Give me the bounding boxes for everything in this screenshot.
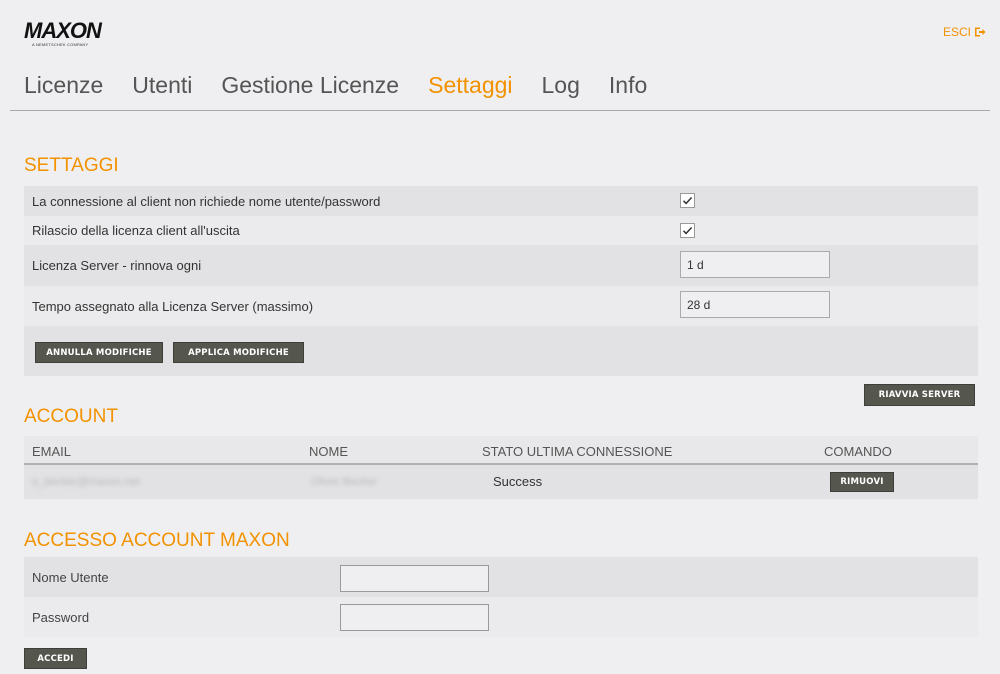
password-label: Password	[32, 609, 90, 625]
settings-row: La connessione al client non richiede no…	[24, 186, 978, 216]
account-title: ACCOUNT	[24, 406, 118, 427]
remove-account-button[interactable]: RIMUOVI	[830, 472, 894, 492]
nav-divider	[10, 110, 990, 111]
tab-utenti[interactable]: Utenti	[132, 72, 192, 99]
maxon-login-title: ACCESSO ACCOUNT MAXON	[24, 530, 290, 551]
release-on-exit-checkbox[interactable]	[680, 223, 695, 238]
setting-label: Licenza Server - rinnova ogni	[32, 258, 202, 273]
no-auth-checkbox[interactable]	[680, 193, 695, 208]
setting-label: Rilascio della licenza client all'uscita	[32, 223, 240, 238]
account-name: Oliver Becker	[311, 476, 378, 488]
tab-info[interactable]: Info	[609, 72, 647, 99]
table-header: EMAIL NOME STATO ULTIMA CONNESSIONE COMA…	[24, 436, 978, 463]
tab-licenze[interactable]: Licenze	[24, 72, 103, 99]
settings-row: Rilascio della licenza client all'uscita	[24, 216, 978, 245]
logout-icon	[975, 27, 986, 37]
column-header-command: COMANDO	[824, 444, 892, 459]
username-input[interactable]	[340, 565, 489, 592]
max-lease-input[interactable]	[680, 291, 830, 318]
maxon-logo: MAXON A NEMETSCHEK COMPANY	[24, 18, 102, 48]
settings-title: SETTAGGI	[24, 155, 119, 176]
main-nav: Licenze Utenti Gestione Licenze Settaggi…	[24, 72, 676, 99]
password-input[interactable]	[340, 604, 489, 631]
restart-server-button[interactable]: RIAVVIA SERVER	[864, 384, 975, 406]
settings-row: Tempo assegnato alla Licenza Server (mas…	[24, 286, 978, 326]
cancel-changes-button[interactable]: ANNULLA MODIFICHE	[35, 342, 163, 363]
tab-settaggi[interactable]: Settaggi	[428, 72, 512, 99]
renew-interval-input[interactable]	[680, 251, 830, 278]
logout-link[interactable]: ESCI	[943, 25, 986, 39]
table-row: o_becker@maxon.net Oliver Becker Success…	[24, 465, 978, 499]
setting-label: La connessione al client non richiede no…	[32, 193, 381, 209]
checkmark-icon	[682, 226, 693, 235]
login-button[interactable]: ACCEDI	[24, 648, 87, 669]
column-header-status: STATO ULTIMA CONNESSIONE	[482, 444, 673, 459]
tab-log[interactable]: Log	[542, 72, 580, 99]
tab-gestione-licenze[interactable]: Gestione Licenze	[221, 72, 399, 99]
account-email: o_becker@maxon.net	[32, 476, 140, 488]
account-status: Success	[493, 474, 543, 489]
logout-label: ESCI	[942, 25, 971, 39]
account-table: EMAIL NOME STATO ULTIMA CONNESSIONE COMA…	[24, 436, 978, 499]
settings-actions: ANNULLA MODIFICHE APPLICA MODIFICHE	[24, 326, 978, 376]
settings-row: Licenza Server - rinnova ogni	[24, 245, 978, 286]
column-header-name: NOME	[309, 444, 348, 459]
checkmark-icon	[682, 196, 693, 205]
username-label: Nome Utente	[32, 569, 109, 585]
logo-text: MAXON	[24, 18, 102, 43]
column-header-email: EMAIL	[32, 444, 72, 459]
password-row: Password	[24, 597, 978, 637]
maxon-login-form: Nome Utente Password	[24, 557, 978, 637]
setting-label: Tempo assegnato alla Licenza Server (mas…	[32, 298, 314, 314]
apply-changes-button[interactable]: APPLICA MODIFICHE	[173, 342, 304, 363]
username-row: Nome Utente	[24, 557, 978, 597]
settings-panel: La connessione al client non richiede no…	[24, 186, 978, 376]
